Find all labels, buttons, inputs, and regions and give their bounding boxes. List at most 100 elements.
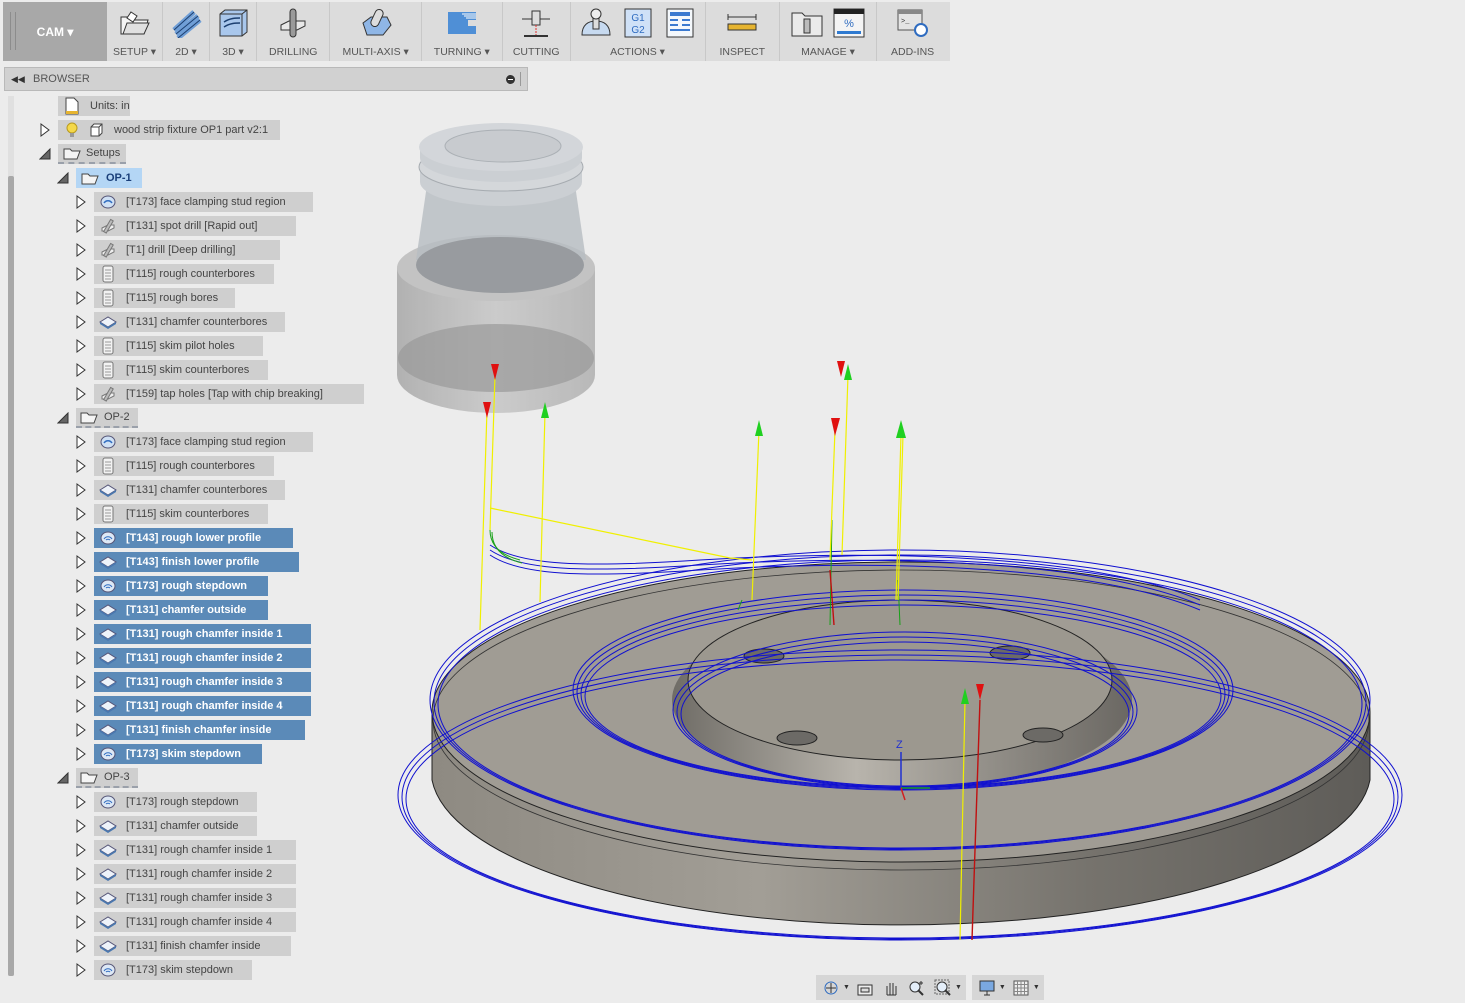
browser-scrollbar[interactable] <box>8 96 14 976</box>
expand-arrow-icon[interactable] <box>74 432 88 452</box>
inspect-group[interactable]: INSPECT <box>706 2 781 61</box>
pan-hand-icon[interactable] <box>880 978 902 998</box>
operation-label: [T131] rough chamfer inside 4 <box>126 700 283 712</box>
operation-label: [T115] rough counterbores <box>126 268 255 280</box>
simulate-icon[interactable] <box>579 6 613 40</box>
grid-settings-icon[interactable] <box>1010 978 1032 998</box>
document-units-icon <box>62 97 82 115</box>
display-settings-icon[interactable] <box>976 978 998 998</box>
collapse-arrow-icon[interactable] <box>38 144 52 164</box>
bore-icon <box>98 337 118 355</box>
expand-arrow-icon[interactable] <box>74 552 88 572</box>
expand-arrow-icon[interactable] <box>74 864 88 884</box>
cutting-group[interactable]: CUTTING <box>503 2 571 61</box>
expand-arrow-icon[interactable] <box>74 960 88 980</box>
expand-arrow-icon[interactable] <box>74 576 88 596</box>
expand-arrow-icon[interactable] <box>74 288 88 308</box>
3d-group[interactable]: 3D ▾ <box>210 2 258 61</box>
zoom-icon[interactable] <box>906 978 928 998</box>
collapse-arrow-icon[interactable] <box>56 408 70 428</box>
contour-icon <box>98 649 118 667</box>
bore-icon <box>98 361 118 379</box>
expand-arrow-icon[interactable] <box>74 480 88 500</box>
minimize-browser-icon[interactable] <box>506 74 515 84</box>
browser-resize-handle[interactable] <box>520 72 524 86</box>
collapse-arrow-icon[interactable] <box>56 768 70 788</box>
contour-icon <box>98 937 118 955</box>
expand-arrow-icon[interactable] <box>74 744 88 764</box>
fit-zoom-window-icon[interactable] <box>932 978 954 998</box>
expand-arrow-icon[interactable] <box>74 192 88 212</box>
adaptive-icon <box>98 577 118 595</box>
scripts-addins-icon: >_ <box>896 6 930 40</box>
expand-arrow-icon[interactable] <box>74 240 88 260</box>
operation-label: [T131] rough chamfer inside 1 <box>126 628 283 640</box>
grid-settings-dropdown[interactable]: ▼ <box>1033 984 1040 991</box>
drilling-icon <box>276 6 310 40</box>
setup-name: OP-2 <box>104 411 130 423</box>
expand-arrow-icon[interactable] <box>74 816 88 836</box>
workspace-switcher[interactable]: CAM ▾ <box>3 2 107 61</box>
operation-label: [T131] chamfer outside <box>126 604 247 616</box>
3d-toolpath-icon <box>216 6 250 40</box>
orbit-icon[interactable] <box>820 978 842 998</box>
expand-arrow-icon[interactable] <box>74 624 88 644</box>
setup-sheet-icon[interactable] <box>663 6 697 40</box>
navigation-bar: ▼ ▼ ▼ ▼ <box>816 975 1044 1000</box>
expand-arrow-icon[interactable] <box>74 360 88 380</box>
expand-arrow-icon[interactable] <box>74 312 88 332</box>
expand-arrow-icon[interactable] <box>74 672 88 692</box>
expand-arrow-icon[interactable] <box>74 600 88 620</box>
operation-label: [T173] face clamping stud region <box>126 196 286 208</box>
exit-arrow-icon <box>844 364 852 380</box>
actions-group[interactable]: G1 G2 ACTIONS ▾ <box>571 2 706 61</box>
contour-icon <box>98 481 118 499</box>
operation-label: [T173] skim stepdown <box>126 964 233 976</box>
expand-arrow-icon[interactable] <box>74 936 88 956</box>
manage-group[interactable]: % MANAGE ▾ <box>780 2 878 61</box>
expand-arrow-icon[interactable] <box>38 120 52 140</box>
bore-icon <box>98 265 118 283</box>
look-at-icon[interactable] <box>854 978 876 998</box>
task-manager-icon[interactable]: % <box>832 6 866 40</box>
operation-label: [T131] finish chamfer inside <box>126 940 261 952</box>
expand-arrow-icon[interactable] <box>74 456 88 476</box>
expand-arrow-icon[interactable] <box>74 528 88 548</box>
expand-arrow-icon[interactable] <box>74 504 88 524</box>
turning-group[interactable]: TURNING ▾ <box>422 2 503 61</box>
collapse-browser-icon[interactable]: ◀◀ <box>11 74 27 85</box>
tool-library-icon[interactable] <box>790 6 824 40</box>
2d-group[interactable]: 2D ▾ <box>163 2 211 61</box>
zoom-dropdown[interactable]: ▼ <box>955 984 962 991</box>
scrollbar-thumb[interactable] <box>8 176 14 976</box>
expand-arrow-icon[interactable] <box>74 720 88 740</box>
expand-arrow-icon[interactable] <box>74 792 88 812</box>
toolbar-grip[interactable] <box>10 12 16 50</box>
drill-icon <box>98 385 118 403</box>
add-ins-group[interactable]: >_ ADD-INS <box>877 2 948 61</box>
operation-label: [T143] rough lower profile <box>126 532 262 544</box>
display-settings-dropdown[interactable]: ▼ <box>999 984 1006 991</box>
collapse-arrow-icon[interactable] <box>56 168 70 188</box>
setup-group[interactable]: SETUP ▾ <box>107 2 164 61</box>
expand-arrow-icon[interactable] <box>74 336 88 356</box>
expand-arrow-icon[interactable] <box>74 912 88 932</box>
viewport-canvas[interactable]: Z <box>380 95 1460 965</box>
operation-label: [T131] rough chamfer inside 1 <box>126 844 273 856</box>
expand-arrow-icon[interactable] <box>74 264 88 284</box>
multi-axis-group[interactable]: MULTI-AXIS ▾ <box>330 2 422 61</box>
lightbulb-visibility-icon[interactable] <box>62 121 82 139</box>
expand-arrow-icon[interactable] <box>74 888 88 908</box>
setup-folder-icon <box>80 768 98 786</box>
3d-viewport[interactable]: Z <box>380 95 1460 965</box>
expand-arrow-icon[interactable] <box>74 384 88 404</box>
drilling-group[interactable]: DRILLING <box>257 2 331 61</box>
expand-arrow-icon[interactable] <box>74 648 88 668</box>
workspace-label: CAM ▾ <box>36 24 74 39</box>
expand-arrow-icon[interactable] <box>74 696 88 716</box>
bore-icon <box>98 457 118 475</box>
g1g2-post-process-icon[interactable]: G1 G2 <box>621 6 655 40</box>
expand-arrow-icon[interactable] <box>74 216 88 236</box>
orbit-dropdown[interactable]: ▼ <box>843 984 850 991</box>
expand-arrow-icon[interactable] <box>74 840 88 860</box>
